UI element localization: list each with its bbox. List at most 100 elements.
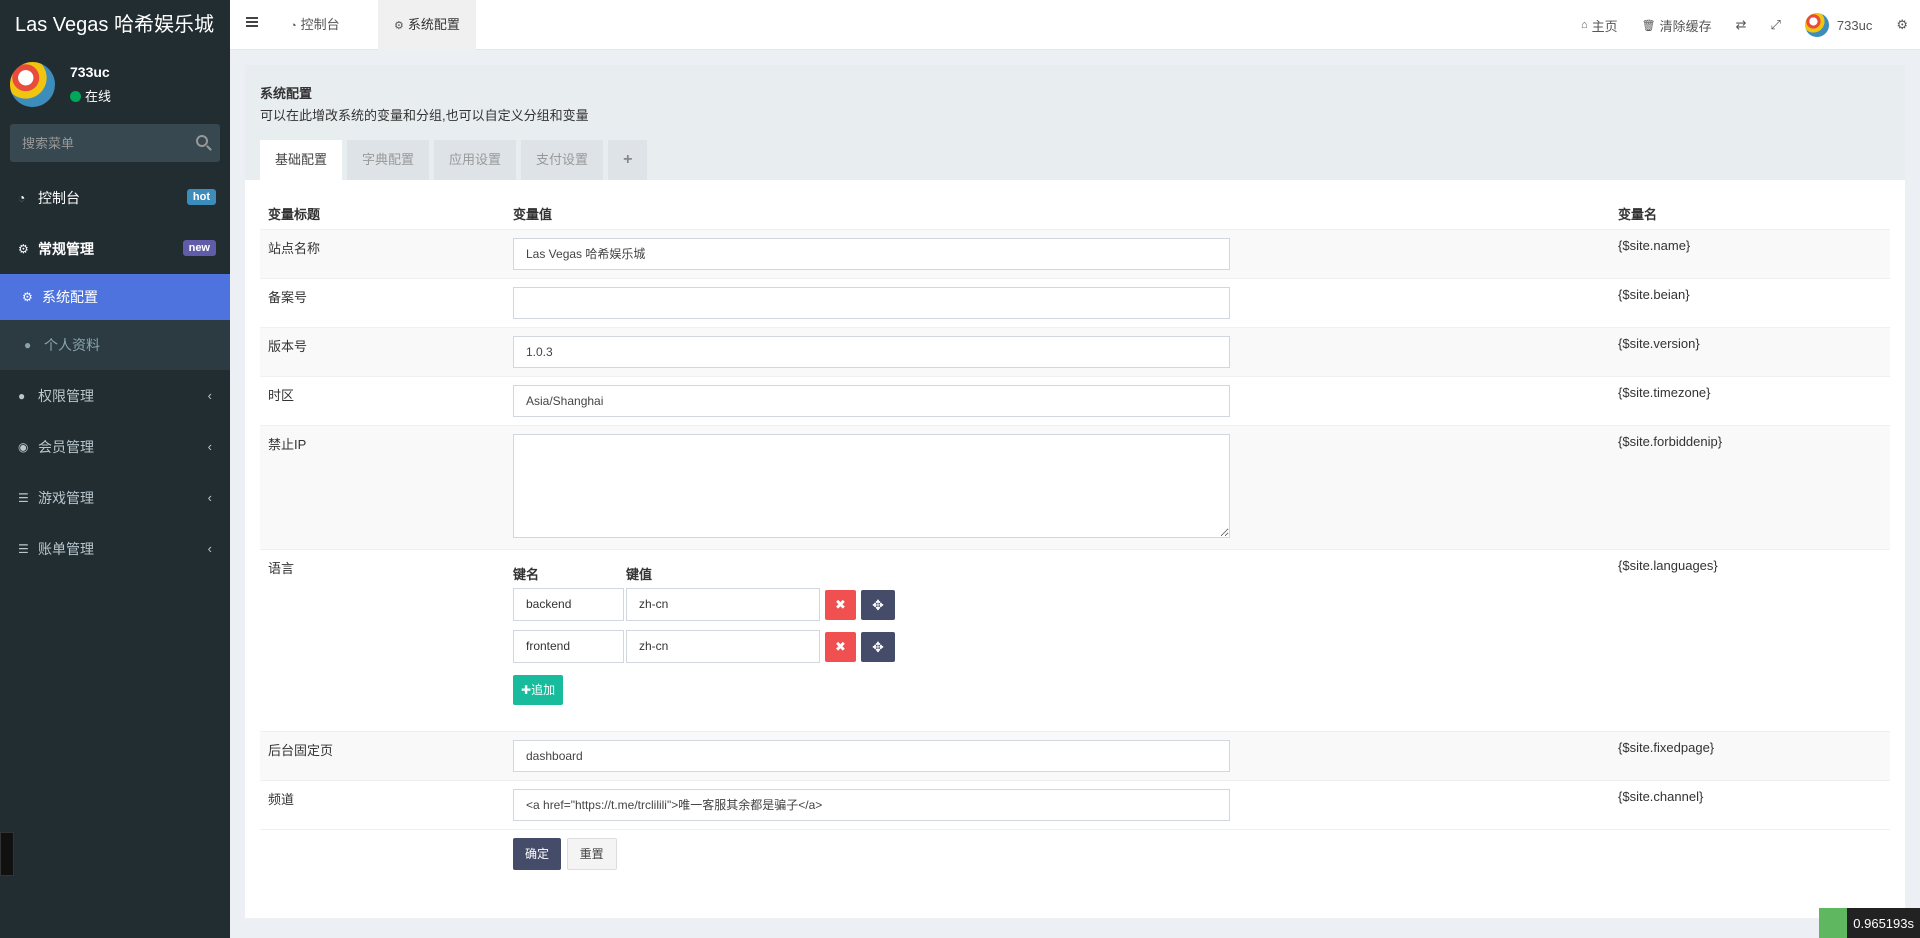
arrows-icon: ✥	[872, 596, 884, 613]
user-status: 在线	[70, 86, 111, 105]
sidebar-item-config[interactable]: ⚙ 系统配置	[0, 274, 230, 320]
value-input[interactable]: zh-cn	[626, 588, 820, 621]
channel-input[interactable]: <a href="https://t.me/trclilili">唯一客服其余都…	[513, 789, 1230, 821]
table-row: 时区 Asia/Shanghai {$site.timezone}	[260, 376, 1890, 426]
row-label: 站点名称	[260, 229, 505, 279]
user-menu[interactable]: 733uc	[1793, 13, 1884, 37]
column-header-title: 变量标题	[268, 207, 321, 222]
avatar	[10, 62, 55, 107]
debug-widget[interactable]	[0, 832, 14, 876]
sidebar-item-label: 控制台	[38, 189, 80, 206]
clear-cache-link[interactable]: 🗑 清除缓存	[1630, 16, 1724, 35]
chevron-left-icon: ‹	[207, 490, 212, 505]
value-input[interactable]: zh-cn	[626, 630, 820, 663]
avatar	[1804, 13, 1829, 37]
row-label: 语言	[260, 549, 505, 732]
remove-button[interactable]: ✖	[825, 589, 856, 620]
var-name: {$site.name}	[1610, 229, 1890, 279]
arrows-icon: ✥	[872, 638, 884, 655]
tab-payment[interactable]: 支付设置	[521, 140, 604, 180]
version-input[interactable]: 1.0.3	[513, 336, 1230, 368]
tab-label: 系统配置	[407, 17, 460, 32]
tab-basic[interactable]: 基础配置	[260, 140, 343, 180]
remove-button[interactable]: ✖	[825, 631, 856, 662]
site-name-input[interactable]: Las Vegas 哈希娱乐城	[513, 238, 1230, 270]
table-row: 频道 <a href="https://t.me/trclilili">唯一客服…	[260, 780, 1890, 830]
tab-label: 控制台	[300, 17, 340, 32]
var-name: {$site.channel}	[1610, 780, 1890, 830]
tab-dashboard[interactable]: ◔ 控制台	[274, 0, 356, 50]
timezone-input[interactable]: Asia/Shanghai	[513, 385, 1230, 417]
add-tab-button[interactable]: +	[608, 140, 648, 180]
gear-icon: ⚙	[394, 20, 404, 32]
chevron-left-icon: ‹	[207, 541, 212, 556]
config-panel: 系统配置 可以在此增改系统的变量和分组,也可以自定义分组和变量 基础配置 字典配…	[245, 65, 1905, 918]
tab-dictionary[interactable]: 字典配置	[347, 140, 430, 180]
forbiddenip-textarea[interactable]	[513, 434, 1230, 538]
topbar: ◔ 控制台 ⚙ 系统配置 ⌂ 主页 🗑 清除缓存 ⇄ ⤢ 733uc ⚙	[230, 0, 1920, 50]
reset-button[interactable]: 重置	[566, 838, 617, 870]
drag-handle[interactable]: ✥	[861, 631, 895, 662]
kv-row: frontend zh-cn ✖ ✥	[513, 630, 1602, 663]
key-input[interactable]: frontend	[513, 630, 624, 663]
settings-button[interactable]: ⚙	[1884, 17, 1920, 33]
add-pair-button[interactable]: ✚追加	[513, 675, 564, 705]
sidebar-item-label: 权限管理	[38, 387, 94, 404]
sidebar-item-game[interactable]: ☰ 游戏管理 ‹	[0, 472, 230, 523]
sidebar-menu: ◔ 控制台 hot ⚙ 常规管理 new ⚙ 系统配置 ● 个人资料 ● 权限管…	[0, 172, 230, 574]
topbar-username: 733uc	[1836, 17, 1873, 33]
row-label: 备案号	[260, 278, 505, 328]
sidebar-item-label: 个人资料	[44, 337, 100, 353]
table-row: 后台固定页 dashboard {$site.fixedpage}	[260, 731, 1890, 781]
chevron-left-icon: ‹	[207, 439, 212, 454]
table-row: 版本号 1.0.3 {$site.version}	[260, 327, 1890, 377]
table-row: 语言 键名 键值 backend zh-cn ✖ ✥ frontend zh-c	[260, 549, 1890, 732]
fullscreen-button[interactable]: ⤢	[1759, 17, 1793, 33]
topbar-right: ⌂ 主页 🗑 清除缓存 ⇄ ⤢ 733uc ⚙	[1569, 0, 1920, 50]
sidebar-item-label: 游戏管理	[38, 489, 94, 506]
language-button[interactable]: ⇄	[1724, 17, 1759, 33]
var-name: {$site.fixedpage}	[1610, 731, 1890, 781]
var-name: {$site.forbiddenip}	[1610, 425, 1890, 550]
sidebar-item-member[interactable]: ◉ 会员管理 ‹	[0, 421, 230, 472]
kv-row: backend zh-cn ✖ ✥	[513, 588, 1602, 621]
clear-cache-label: 清除缓存	[1659, 18, 1712, 34]
config-table: 变量标题 变量值 变量名 站点名称 Las Vegas 哈希娱乐城 {$site…	[260, 198, 1890, 878]
row-label: 版本号	[260, 327, 505, 377]
cogs-icon: ⚙	[18, 241, 29, 256]
sidebar-item-dashboard[interactable]: ◔ 控制台 hot	[0, 172, 230, 223]
fixedpage-input[interactable]: dashboard	[513, 740, 1230, 772]
menu-toggle-icon[interactable]	[246, 17, 258, 27]
config-tabs: 基础配置 字典配置 应用设置 支付设置 +	[260, 140, 652, 180]
translate-icon: ⇄	[1735, 17, 1747, 32]
sidebar-item-auth[interactable]: ● 权限管理 ‹	[0, 370, 230, 421]
column-header-value: 变量值	[513, 207, 553, 222]
search-icon[interactable]	[196, 135, 208, 147]
sidebar-item-bill[interactable]: ☰ 账单管理 ‹	[0, 523, 230, 574]
table-row-actions: 确定 重置	[260, 829, 1890, 878]
var-name: {$site.timezone}	[1610, 376, 1890, 426]
sidebar-item-label: 常规管理	[38, 240, 94, 257]
sidebar-item-profile[interactable]: ● 个人资料	[0, 320, 230, 370]
beian-input[interactable]	[513, 287, 1230, 319]
search-input[interactable]	[10, 124, 220, 162]
table-row: 站点名称 Las Vegas 哈希娱乐城 {$site.name}	[260, 229, 1890, 279]
home-link[interactable]: ⌂ 主页	[1569, 16, 1630, 35]
render-timer: 0.965193s	[1819, 908, 1920, 938]
tab-app[interactable]: 应用设置	[434, 140, 517, 180]
user-name: 733uc	[70, 64, 110, 80]
app-logo[interactable]: Las Vegas 哈希娱乐城	[0, 0, 230, 50]
tab-config[interactable]: ⚙ 系统配置	[378, 0, 476, 50]
gear-icon: ⚙	[22, 290, 33, 304]
submit-button[interactable]: 确定	[513, 838, 562, 870]
row-label: 后台固定页	[260, 731, 505, 781]
dashboard-icon: ◔	[290, 20, 297, 32]
render-time: 0.965193s	[1853, 915, 1914, 931]
key-input[interactable]: backend	[513, 588, 624, 621]
sidebar-item-label: 系统配置	[42, 289, 98, 305]
sidebar-item-general[interactable]: ⚙ 常规管理 new	[0, 223, 230, 274]
user-status-label: 在线	[85, 89, 112, 104]
drag-handle[interactable]: ✥	[861, 589, 895, 620]
sidebar: Las Vegas 哈希娱乐城 733uc 在线 ◔ 控制台 hot ⚙ 常规管…	[0, 0, 230, 938]
table-row: 备案号 {$site.beian}	[260, 278, 1890, 328]
